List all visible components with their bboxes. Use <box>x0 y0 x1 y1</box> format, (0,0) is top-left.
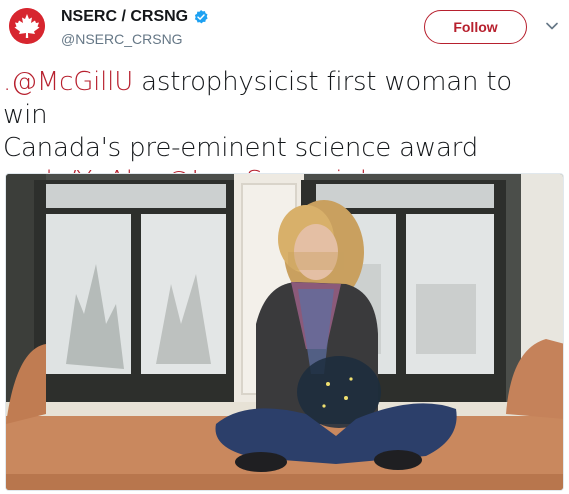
avatar[interactable] <box>9 8 45 44</box>
maple-leaf-icon <box>9 8 45 44</box>
follow-button[interactable]: Follow <box>424 10 527 44</box>
mention-mcgillu-link[interactable]: .@McGillU <box>3 67 133 97</box>
tweet-text-line2: Canada's pre-eminent science award <box>3 133 479 163</box>
tweet-photo[interactable] <box>5 173 564 491</box>
verified-badge-icon <box>194 10 208 24</box>
account-name-row[interactable]: NSERC / CRSNG <box>61 8 209 26</box>
photo-illustration <box>6 174 563 490</box>
chevron-down-icon[interactable] <box>546 22 558 30</box>
account-handle[interactable]: @NSERC_CRSNG <box>61 31 183 47</box>
account-name[interactable]: NSERC / CRSNG <box>61 8 188 26</box>
